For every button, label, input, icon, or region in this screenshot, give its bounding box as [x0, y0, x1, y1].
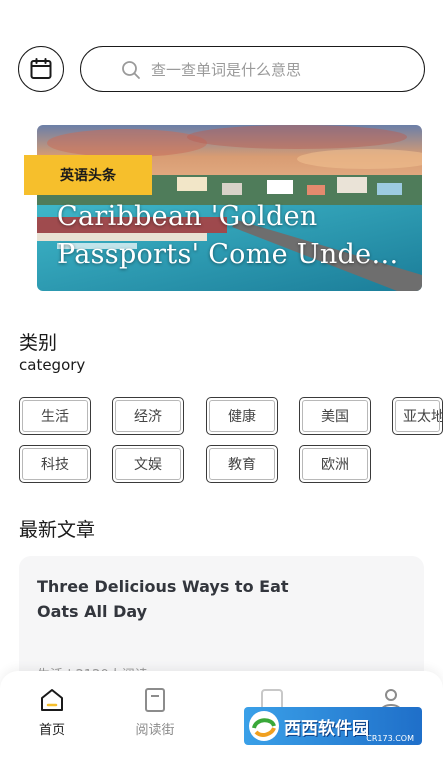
site-watermark: 西西软件园 CR173.COM [244, 707, 422, 745]
chip-usa[interactable]: 美国 [299, 397, 371, 435]
chip-life[interactable]: 生活 [19, 397, 91, 435]
banner-title[interactable]: Caribbean 'Golden Passports' Come Under … [57, 198, 409, 274]
calendar-icon [30, 58, 52, 79]
search-input[interactable]: 查一查单词是什么意思 [80, 46, 425, 92]
watermark-text: 西西软件园 [284, 718, 369, 739]
nav-home-label: 首页 [38, 723, 65, 738]
chip-education[interactable]: 教育 [206, 445, 278, 483]
home-icon [41, 689, 63, 711]
calendar-button[interactable] [18, 46, 64, 92]
chip-health[interactable]: 健康 [206, 397, 278, 435]
banner-tag: 英语头条 [24, 155, 152, 195]
category-subtitle: category [19, 356, 86, 374]
watermark-logo-icon [249, 711, 279, 741]
article-title: Three Delicious Ways to Eat Oats All Day [37, 577, 289, 621]
search-placeholder: 查一查单词是什么意思 [151, 60, 302, 79]
chip-economy[interactable]: 经济 [112, 397, 184, 435]
chip-entertainment[interactable]: 文娱 [112, 445, 184, 483]
book-icon [145, 688, 165, 712]
top-bar: 查一查单词是什么意思 [18, 46, 425, 96]
latest-articles-title: 最新文章 [19, 519, 96, 541]
watermark-sub: CR173.COM [366, 734, 414, 743]
nav-home[interactable]: 首页 [12, 685, 92, 738]
chip-tech[interactable]: 科技 [19, 445, 91, 483]
search-icon [122, 61, 140, 79]
chip-asia-pacific[interactable]: 亚太地区 [392, 397, 443, 435]
category-title: 类别 [19, 332, 58, 354]
nav-reading-street[interactable]: 阅读街 [115, 685, 195, 738]
chip-europe[interactable]: 欧洲 [299, 445, 371, 483]
nav-reading-label: 阅读街 [135, 723, 175, 738]
